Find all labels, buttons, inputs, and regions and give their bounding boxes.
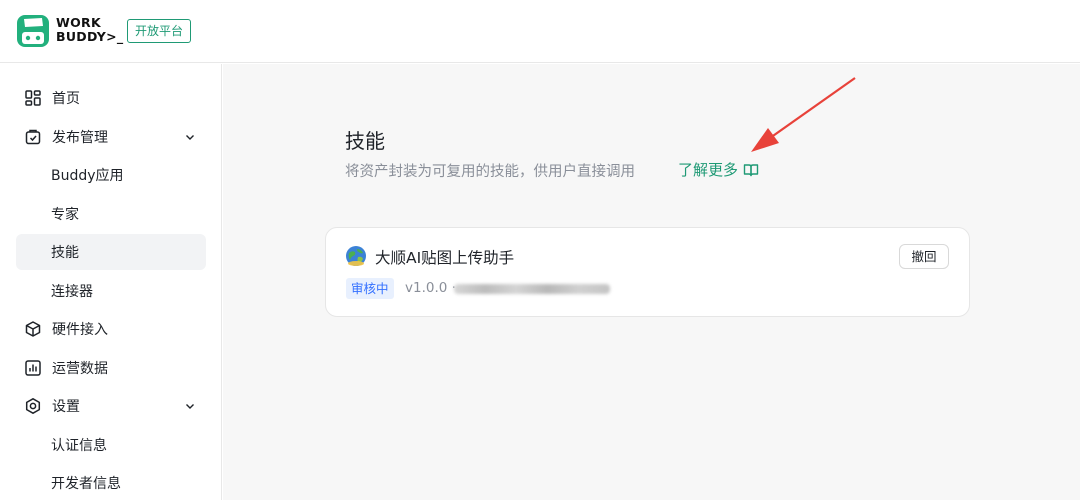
main-content: 技能 将资产封装为可复用的技能，供用户直接调用 了解更多 大顺AI贴图上传助手 …: [223, 64, 1080, 500]
sidebar-item-label: 连接器: [51, 284, 93, 300]
sidebar-item-label: 技能: [51, 245, 79, 261]
sidebar-item-label: 发布管理: [52, 130, 108, 146]
chart-icon: [25, 360, 41, 376]
skill-version: v1.0.0 ·: [405, 280, 456, 296]
learn-more-label: 了解更多: [678, 161, 739, 179]
sidebar-item-label: 设置: [52, 399, 80, 415]
sidebar-item-buddy-apps[interactable]: Buddy应用: [16, 157, 206, 193]
sidebar: 首页 发布管理 Buddy应用 专家 技能 连接器 硬件接入 运营数据 设置 认…: [0, 64, 222, 500]
sidebar-item-label: Buddy应用: [51, 168, 124, 184]
sidebar-item-settings[interactable]: 设置: [16, 388, 206, 424]
earth-globe-icon: [346, 246, 366, 266]
home-grid-icon: [25, 90, 41, 106]
skill-card[interactable]: 大顺AI贴图上传助手 撤回 审核中 v1.0.0 ·: [325, 227, 970, 317]
sidebar-item-hardware[interactable]: 硬件接入: [16, 311, 206, 347]
sidebar-item-skills[interactable]: 技能: [16, 234, 206, 270]
sidebar-item-connectors[interactable]: 连接器: [16, 273, 206, 309]
chevron-down-icon[interactable]: [184, 131, 196, 143]
sidebar-item-certification[interactable]: 认证信息: [16, 427, 206, 463]
revoke-button[interactable]: 撤回: [899, 244, 949, 269]
page-description: 将资产封装为可复用的技能，供用户直接调用: [345, 164, 635, 180]
top-header: WORK BUDDY>_ 开放平台: [0, 0, 1080, 63]
brand-wordmark[interactable]: WORK BUDDY>_: [56, 16, 123, 44]
sidebar-item-developer-info[interactable]: 开发者信息: [16, 465, 206, 500]
learn-more-link[interactable]: 了解更多: [678, 159, 759, 180]
redacted-skill-id: [454, 284, 610, 294]
sidebar-item-experts[interactable]: 专家: [16, 196, 206, 232]
sidebar-item-label: 首页: [52, 91, 80, 107]
page-title: 技能: [345, 129, 385, 153]
workbuddy-logo-icon[interactable]: [16, 14, 50, 48]
status-badge: 审核中: [346, 278, 394, 299]
chevron-down-icon[interactable]: [184, 400, 196, 412]
sidebar-item-label: 认证信息: [51, 438, 107, 454]
sidebar-item-label: 运营数据: [52, 361, 108, 377]
sidebar-item-label: 开发者信息: [51, 476, 121, 492]
skill-name: 大顺AI贴图上传助手: [375, 249, 515, 267]
open-platform-badge: 开放平台: [127, 19, 192, 43]
sidebar-item-home[interactable]: 首页: [16, 80, 206, 116]
publish-icon: [25, 129, 41, 145]
sidebar-item-publish-management[interactable]: 发布管理: [16, 119, 206, 155]
sidebar-item-label: 专家: [51, 207, 79, 223]
settings-icon: [25, 398, 41, 414]
sidebar-item-label: 硬件接入: [52, 322, 108, 338]
book-icon: [743, 163, 759, 176]
sidebar-item-operations-data[interactable]: 运营数据: [16, 350, 206, 386]
cube-icon: [25, 321, 41, 337]
